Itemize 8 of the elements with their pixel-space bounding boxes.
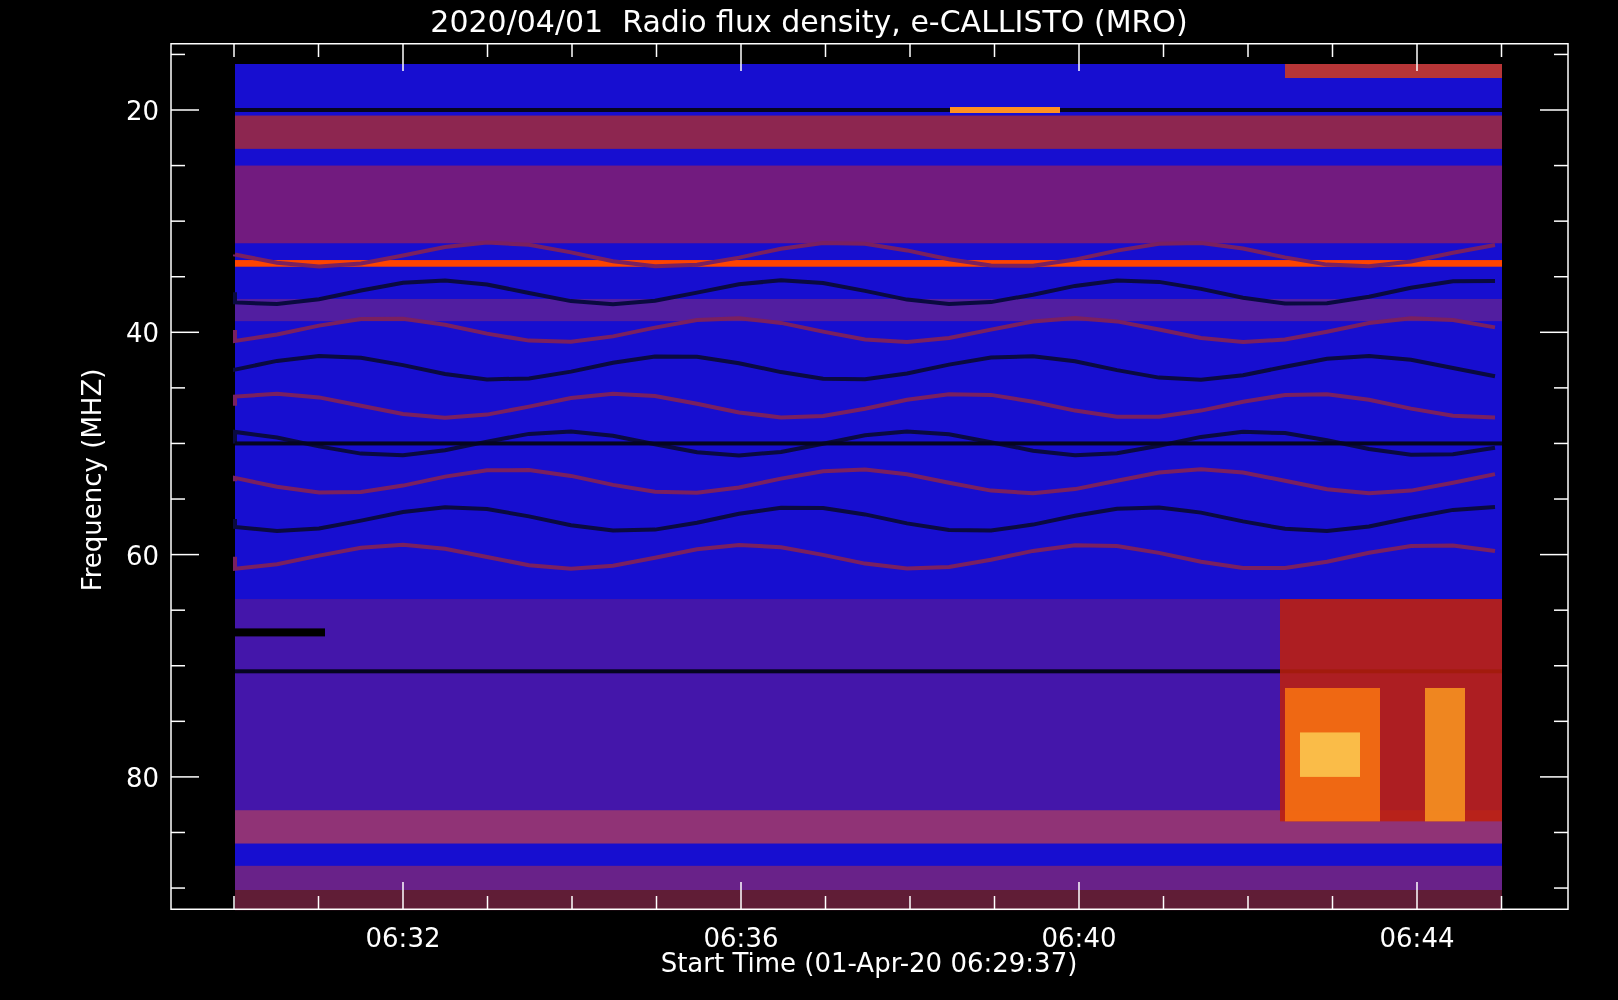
y-tick-label: 20 <box>125 96 159 126</box>
x-tick-label: 06:44 <box>1379 923 1455 953</box>
y-axis-label: Frequency (MHZ) <box>77 368 107 592</box>
y-tick-label: 60 <box>125 540 159 571</box>
y-tick-label: 80 <box>125 762 159 793</box>
y-tick-label: 40 <box>125 318 159 349</box>
chart-title: 2020/04/01 Radio flux density, e-CALLISTO (MRO) <box>430 3 1188 41</box>
x-tick-label: 06:32 <box>365 923 441 953</box>
